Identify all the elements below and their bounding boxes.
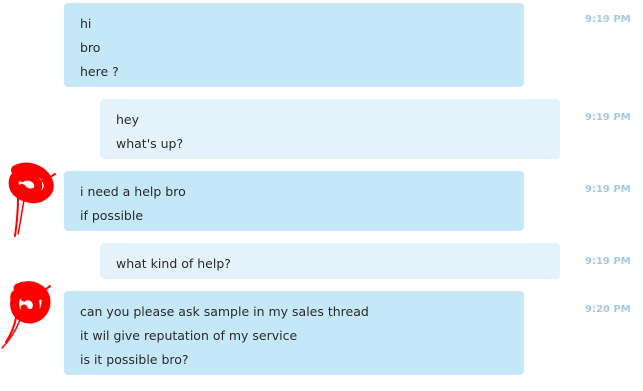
message-timestamp: 9:19 PM [585, 256, 631, 267]
message-bubble-incoming[interactable]: i need a help bro if possible [64, 171, 524, 231]
message-text-line: what's up? [116, 136, 184, 151]
message-bubble-outgoing[interactable]: what kind of help? [100, 243, 560, 279]
redacted-avatar-scribble [8, 162, 56, 237]
message-text-line: if possible [80, 208, 144, 223]
redacted-avatar-scribble [1, 281, 51, 349]
message-text-line: can you please ask sample in my sales th… [80, 304, 369, 319]
message-text-line: bro [80, 40, 101, 55]
message-text-line: here ? [80, 64, 119, 79]
message-bubble-incoming[interactable]: hi bro here ? [64, 3, 524, 87]
message-timestamp: 9:19 PM [585, 112, 631, 123]
message-timestamp: 9:19 PM [585, 184, 631, 195]
message-text-line: hey [116, 112, 140, 127]
message-text-line: is it possible bro? [80, 352, 189, 367]
message-text-line: what kind of help? [116, 256, 231, 271]
message-text-line: hi [80, 16, 92, 31]
message-timestamp: 9:19 PM [585, 14, 631, 25]
message-text-line: i need a help bro [80, 184, 186, 199]
message-text-line: it wil give reputation of my service [80, 328, 298, 343]
message-bubble-outgoing[interactable]: hey what's up? [100, 99, 560, 159]
message-timestamp: 9:20 PM [585, 304, 631, 315]
message-bubble-incoming[interactable]: can you please ask sample in my sales th… [64, 291, 524, 375]
